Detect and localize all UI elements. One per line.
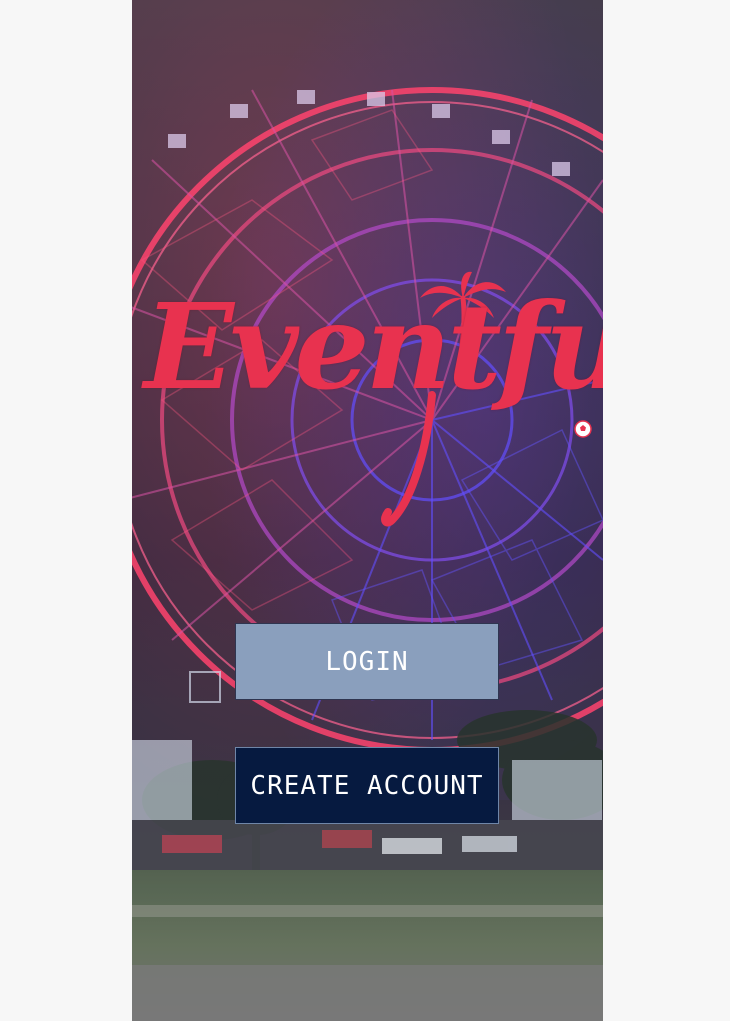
create-account-button[interactable]: CREATE ACCOUNT	[235, 747, 499, 824]
app-logo-text: Eventful	[144, 277, 603, 416]
app-screen: Eventful LOGIN CREATE ACCOUNT	[132, 0, 603, 1021]
soccer-ball-icon	[574, 420, 592, 438]
login-button[interactable]: LOGIN	[235, 623, 499, 700]
logo: Eventful	[132, 270, 603, 530]
logo-flourish	[381, 391, 436, 527]
